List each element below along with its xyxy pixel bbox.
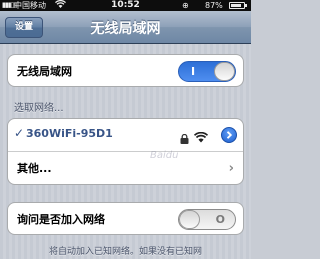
network-name: 360WiFi-95D1 xyxy=(26,127,113,140)
ask-join-row: 询问是否加入网络 O xyxy=(8,203,243,234)
wifi-toggle-switch[interactable]: I xyxy=(178,61,236,82)
lock-icon xyxy=(180,129,189,144)
wifi-toggle-group: 无线局域网 I xyxy=(7,54,244,87)
status-bar: ▮▮▮▯▯ 中国移动 10:52 ⊕ 87% xyxy=(0,0,251,11)
settings-screen: ▮▮▮▯▯ 中国移动 10:52 ⊕ 87% 设置 无线局域网 无线局域网 I … xyxy=(0,0,251,259)
choose-network-header: 选取网络... xyxy=(14,103,64,114)
orientation-lock-icon: ⊕ xyxy=(182,1,189,10)
other-network-row[interactable]: 其他... › xyxy=(8,151,243,183)
wifi-toggle-row: 无线局域网 I xyxy=(8,55,243,86)
wifi-toggle-state: I xyxy=(191,65,196,78)
battery-fill xyxy=(231,4,241,7)
battery-icon xyxy=(229,2,247,9)
network-list-group: ✓ 360WiFi-95D1 其他... › xyxy=(7,118,244,185)
toggle-knob xyxy=(214,62,235,81)
ask-join-toggle-state: O xyxy=(215,213,225,226)
other-network-label: 其他... xyxy=(17,162,52,175)
battery-percent: 87% xyxy=(205,1,223,10)
watermark: Baidu xyxy=(150,150,179,161)
checkmark-icon: ✓ xyxy=(14,126,25,140)
ask-join-group: 询问是否加入网络 O xyxy=(7,202,244,235)
wifi-toggle-label: 无线局域网 xyxy=(17,65,72,78)
wifi-signal-icon xyxy=(193,128,209,143)
ask-join-toggle-switch[interactable]: O xyxy=(178,209,236,230)
toggle-knob xyxy=(179,210,200,229)
page-title: 无线局域网 xyxy=(90,21,161,37)
network-detail-button[interactable] xyxy=(221,127,237,143)
ask-join-footer: 将自动加入已知网络。如果没有已知网 xyxy=(48,247,202,257)
chevron-right-icon: › xyxy=(228,161,234,176)
navigation-bar: 设置 无线局域网 xyxy=(0,11,251,44)
network-row[interactable]: ✓ 360WiFi-95D1 xyxy=(8,119,243,151)
ask-join-label: 询问是否加入网络 xyxy=(17,213,105,226)
